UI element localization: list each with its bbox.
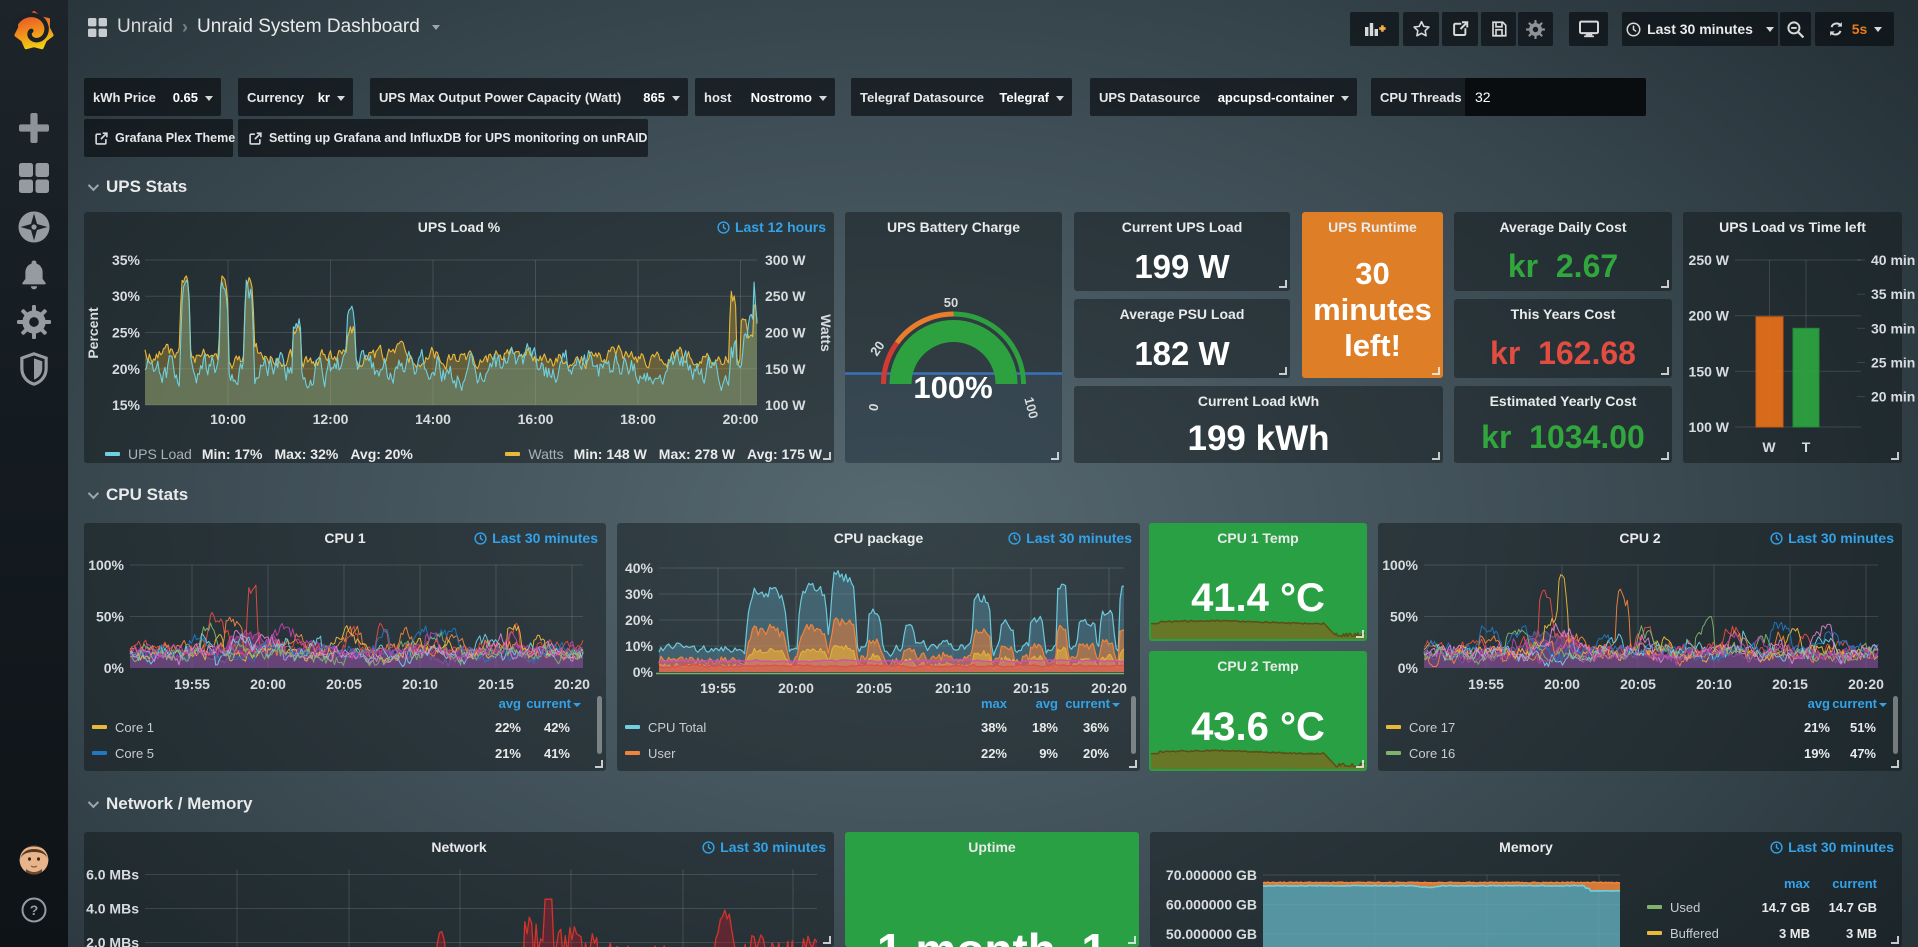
svg-text:200 W: 200 W bbox=[765, 325, 806, 341]
svg-text:Percent: Percent bbox=[85, 307, 101, 359]
svg-text:19:55: 19:55 bbox=[174, 676, 210, 692]
svg-text:20%: 20% bbox=[112, 361, 141, 377]
svg-text:40 min: 40 min bbox=[1871, 252, 1915, 268]
svg-text:100 W: 100 W bbox=[1689, 419, 1730, 435]
svg-text:10%: 10% bbox=[625, 638, 654, 654]
svg-text:30 min: 30 min bbox=[1871, 320, 1915, 336]
svg-text:60.000000 GB: 60.000000 GB bbox=[1166, 897, 1257, 913]
svg-text:50%: 50% bbox=[1390, 609, 1419, 625]
svg-text:150 W: 150 W bbox=[1689, 363, 1730, 379]
svg-text:19:55: 19:55 bbox=[1468, 676, 1504, 692]
svg-text:25 min: 25 min bbox=[1871, 355, 1915, 371]
svg-text:20:05: 20:05 bbox=[1620, 676, 1656, 692]
svg-text:100%: 100% bbox=[1382, 557, 1418, 573]
svg-text:12:00: 12:00 bbox=[313, 411, 349, 427]
svg-text:18:00: 18:00 bbox=[620, 411, 656, 427]
svg-text:20:20: 20:20 bbox=[1848, 676, 1884, 692]
svg-text:50: 50 bbox=[944, 295, 958, 310]
svg-text:20 min: 20 min bbox=[1871, 389, 1915, 405]
svg-text:100%: 100% bbox=[88, 557, 124, 573]
svg-text:250 W: 250 W bbox=[765, 288, 806, 304]
svg-text:15%: 15% bbox=[112, 397, 141, 413]
svg-text:20:05: 20:05 bbox=[326, 676, 362, 692]
svg-text:0%: 0% bbox=[633, 664, 654, 680]
svg-text:W: W bbox=[1762, 439, 1776, 455]
svg-text:200 W: 200 W bbox=[1689, 308, 1730, 324]
svg-text:16:00: 16:00 bbox=[518, 411, 554, 427]
svg-text:10:00: 10:00 bbox=[210, 411, 246, 427]
svg-text:20:15: 20:15 bbox=[478, 676, 514, 692]
svg-text:20:00: 20:00 bbox=[723, 411, 759, 427]
svg-text:20:00: 20:00 bbox=[250, 676, 286, 692]
svg-text:35 min: 35 min bbox=[1871, 286, 1915, 302]
svg-text:50.000000 GB: 50.000000 GB bbox=[1166, 926, 1257, 942]
svg-text:100 W: 100 W bbox=[765, 397, 806, 413]
svg-text:35%: 35% bbox=[112, 252, 141, 268]
svg-text:20:10: 20:10 bbox=[1696, 676, 1732, 692]
svg-text:14:00: 14:00 bbox=[415, 411, 451, 427]
svg-text:0%: 0% bbox=[1398, 660, 1419, 676]
svg-text:4.0 MBs: 4.0 MBs bbox=[86, 901, 139, 917]
svg-text:2.0 MBs: 2.0 MBs bbox=[86, 935, 139, 947]
svg-text:20:10: 20:10 bbox=[402, 676, 438, 692]
svg-text:25%: 25% bbox=[112, 325, 141, 341]
svg-text:T: T bbox=[1802, 439, 1811, 455]
svg-text:20:00: 20:00 bbox=[1544, 676, 1580, 692]
svg-text:20:15: 20:15 bbox=[1772, 676, 1808, 692]
svg-text:20: 20 bbox=[867, 338, 888, 358]
svg-text:Watts: Watts bbox=[818, 314, 834, 352]
svg-text:150 W: 150 W bbox=[765, 361, 806, 377]
svg-text:70.000000 GB: 70.000000 GB bbox=[1166, 867, 1257, 883]
svg-text:20%: 20% bbox=[625, 612, 654, 628]
svg-text:0%: 0% bbox=[104, 660, 125, 676]
svg-text:?: ? bbox=[30, 902, 39, 918]
svg-text:6.0 MBs: 6.0 MBs bbox=[86, 867, 139, 883]
svg-text:250 W: 250 W bbox=[1689, 252, 1730, 268]
svg-text:40%: 40% bbox=[625, 560, 654, 576]
svg-text:30%: 30% bbox=[625, 586, 654, 602]
svg-text:100%: 100% bbox=[913, 370, 992, 405]
svg-text:50%: 50% bbox=[96, 609, 125, 625]
svg-text:30%: 30% bbox=[112, 288, 141, 304]
svg-text:300 W: 300 W bbox=[765, 252, 806, 268]
svg-text:20:20: 20:20 bbox=[554, 676, 590, 692]
